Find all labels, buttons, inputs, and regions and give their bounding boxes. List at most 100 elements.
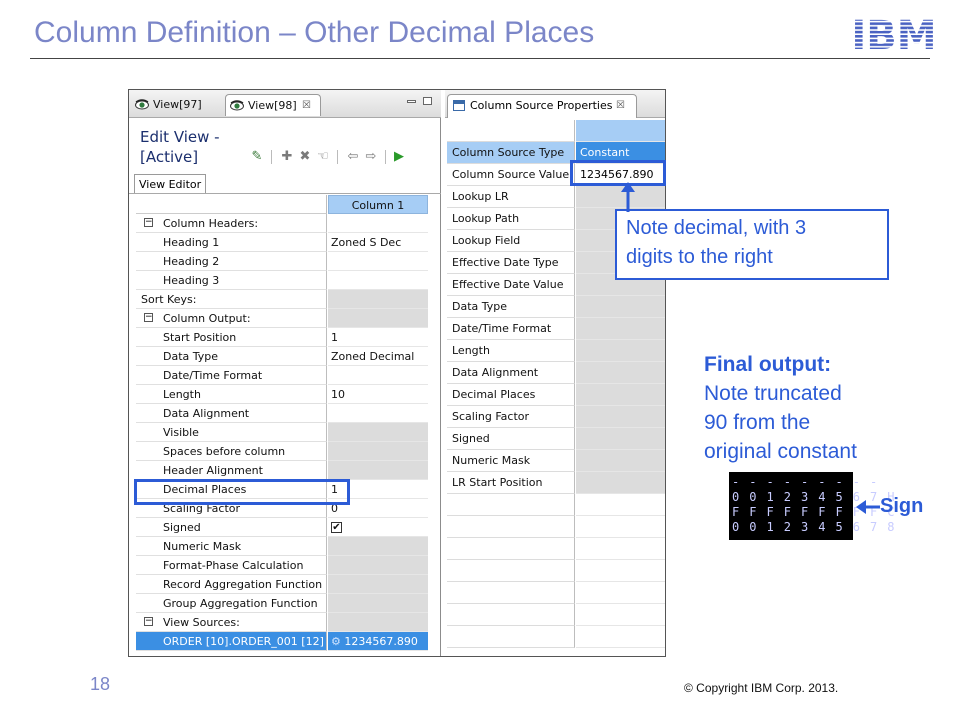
pointer-icon[interactable]: ☜ <box>315 149 331 165</box>
table-row[interactable]: Decimal Places <box>447 384 665 406</box>
property-value[interactable]: 10 <box>328 385 428 404</box>
table-row[interactable]: Length 10 <box>136 385 428 404</box>
property-value[interactable] <box>576 318 665 340</box>
property-value[interactable] <box>576 428 665 450</box>
property-value[interactable] <box>328 575 428 594</box>
table-row[interactable]: Length <box>447 340 665 362</box>
table-row[interactable]: ORDER [10].ORDER_001 [12] ⚙ 1234567.890 <box>136 632 428 651</box>
property-value[interactable] <box>328 252 428 271</box>
tab-view-editor[interactable]: View Editor <box>134 174 207 194</box>
edit-icon[interactable]: ✎ <box>249 149 265 165</box>
property-value[interactable] <box>576 362 665 384</box>
table-row[interactable] <box>447 604 665 626</box>
table-row[interactable]: Scaling Factor <box>447 406 665 428</box>
property-value[interactable] <box>328 290 428 309</box>
table-row[interactable] <box>447 516 665 538</box>
table-row[interactable]: Date/Time Format <box>447 318 665 340</box>
table-row[interactable]: Record Aggregation Function <box>136 575 428 594</box>
add-icon[interactable]: ✚ <box>279 149 295 165</box>
table-row[interactable]: Format-Phase Calculation <box>136 556 428 575</box>
property-value[interactable] <box>328 537 428 556</box>
property-value[interactable] <box>576 472 665 494</box>
property-value[interactable] <box>576 560 665 582</box>
table-row[interactable]: Group Aggregation Function <box>136 594 428 613</box>
property-value[interactable]: 1 <box>328 328 428 347</box>
tab-column-source-properties[interactable]: Column Source Properties ☒ <box>447 94 637 118</box>
property-value[interactable] <box>576 450 665 472</box>
property-value[interactable] <box>576 406 665 428</box>
table-row[interactable]: Signed ✔ <box>136 518 428 537</box>
table-row[interactable] <box>447 626 665 648</box>
property-value[interactable] <box>328 309 428 328</box>
tab-view-97[interactable]: View[97] <box>131 94 225 116</box>
signed-checkbox[interactable]: ✔ <box>331 521 342 533</box>
table-row[interactable]: Visible <box>136 423 428 442</box>
property-value[interactable] <box>328 594 428 613</box>
close-icon[interactable]: ☒ <box>616 95 625 117</box>
property-value[interactable] <box>328 271 428 290</box>
table-row[interactable] <box>447 120 665 142</box>
property-value[interactable] <box>576 538 665 560</box>
table-row[interactable]: Heading 3 <box>136 271 428 290</box>
property-label <box>447 538 575 560</box>
table-row[interactable]: − Column Headers: <box>136 214 428 233</box>
forward-icon[interactable]: ⇨ <box>363 149 379 165</box>
table-row[interactable]: Data Alignment <box>136 404 428 423</box>
table-row[interactable]: − View Sources: <box>136 613 428 632</box>
table-row[interactable]: Signed <box>447 428 665 450</box>
table-row[interactable] <box>447 494 665 516</box>
table-row[interactable]: Data Type Zoned Decimal <box>136 347 428 366</box>
table-row[interactable]: Spaces before column <box>136 442 428 461</box>
collapse-icon[interactable]: − <box>144 617 153 626</box>
table-row[interactable]: Numeric Mask <box>136 537 428 556</box>
property-value[interactable] <box>576 516 665 538</box>
collapse-icon[interactable]: − <box>144 218 153 227</box>
property-value[interactable]: Zoned Decimal <box>328 347 428 366</box>
property-value[interactable] <box>328 423 428 442</box>
collapse-icon[interactable]: − <box>144 313 153 322</box>
table-row[interactable]: Sort Keys: <box>136 290 428 309</box>
property-value[interactable] <box>328 442 428 461</box>
property-value[interactable] <box>328 214 428 233</box>
table-row[interactable]: Heading 2 <box>136 252 428 271</box>
back-icon[interactable]: ⇦ <box>345 149 361 165</box>
close-icon[interactable]: ☒ <box>302 95 311 117</box>
property-value[interactable] <box>576 120 665 142</box>
property-value[interactable] <box>576 494 665 516</box>
tab-view-98[interactable]: View[98] ☒ <box>225 94 321 116</box>
property-value[interactable] <box>576 604 665 626</box>
edit-view-title: Edit View - [Active] <box>140 127 220 167</box>
property-value[interactable] <box>328 556 428 575</box>
column-1-header[interactable]: Column 1 <box>328 195 428 214</box>
table-row[interactable] <box>447 538 665 560</box>
property-value[interactable]: ✔ <box>328 518 428 537</box>
table-row[interactable] <box>447 582 665 604</box>
maximize-icon[interactable] <box>423 97 432 105</box>
table-row[interactable]: Data Type <box>447 296 665 318</box>
property-value[interactable] <box>576 384 665 406</box>
delete-icon[interactable]: ✖ <box>297 149 313 165</box>
property-value[interactable] <box>576 340 665 362</box>
property-value[interactable] <box>576 626 665 648</box>
grid-header-row: Column 1 <box>136 195 428 214</box>
table-row[interactable]: Heading 1 Zoned S Dec <box>136 233 428 252</box>
property-value[interactable] <box>576 296 665 318</box>
property-label: Group Aggregation Function <box>136 594 327 613</box>
table-row[interactable]: − Column Output: <box>136 309 428 328</box>
property-value[interactable] <box>328 613 428 632</box>
table-row[interactable]: Numeric Mask <box>447 450 665 472</box>
table-row[interactable]: Date/Time Format <box>136 366 428 385</box>
minimize-icon[interactable] <box>407 100 416 103</box>
property-value[interactable]: ⚙ 1234567.890 <box>328 632 428 651</box>
table-row[interactable]: LR Start Position <box>447 472 665 494</box>
table-row[interactable]: Header Alignment <box>136 461 428 480</box>
run-icon[interactable]: ▶ <box>391 149 407 165</box>
table-row[interactable]: Data Alignment <box>447 362 665 384</box>
table-row[interactable]: Start Position 1 <box>136 328 428 347</box>
property-value[interactable]: Zoned S Dec <box>328 233 428 252</box>
property-value[interactable] <box>328 404 428 423</box>
table-row[interactable] <box>447 560 665 582</box>
property-value[interactable] <box>328 366 428 385</box>
property-value[interactable] <box>576 582 665 604</box>
property-value[interactable] <box>328 461 428 480</box>
